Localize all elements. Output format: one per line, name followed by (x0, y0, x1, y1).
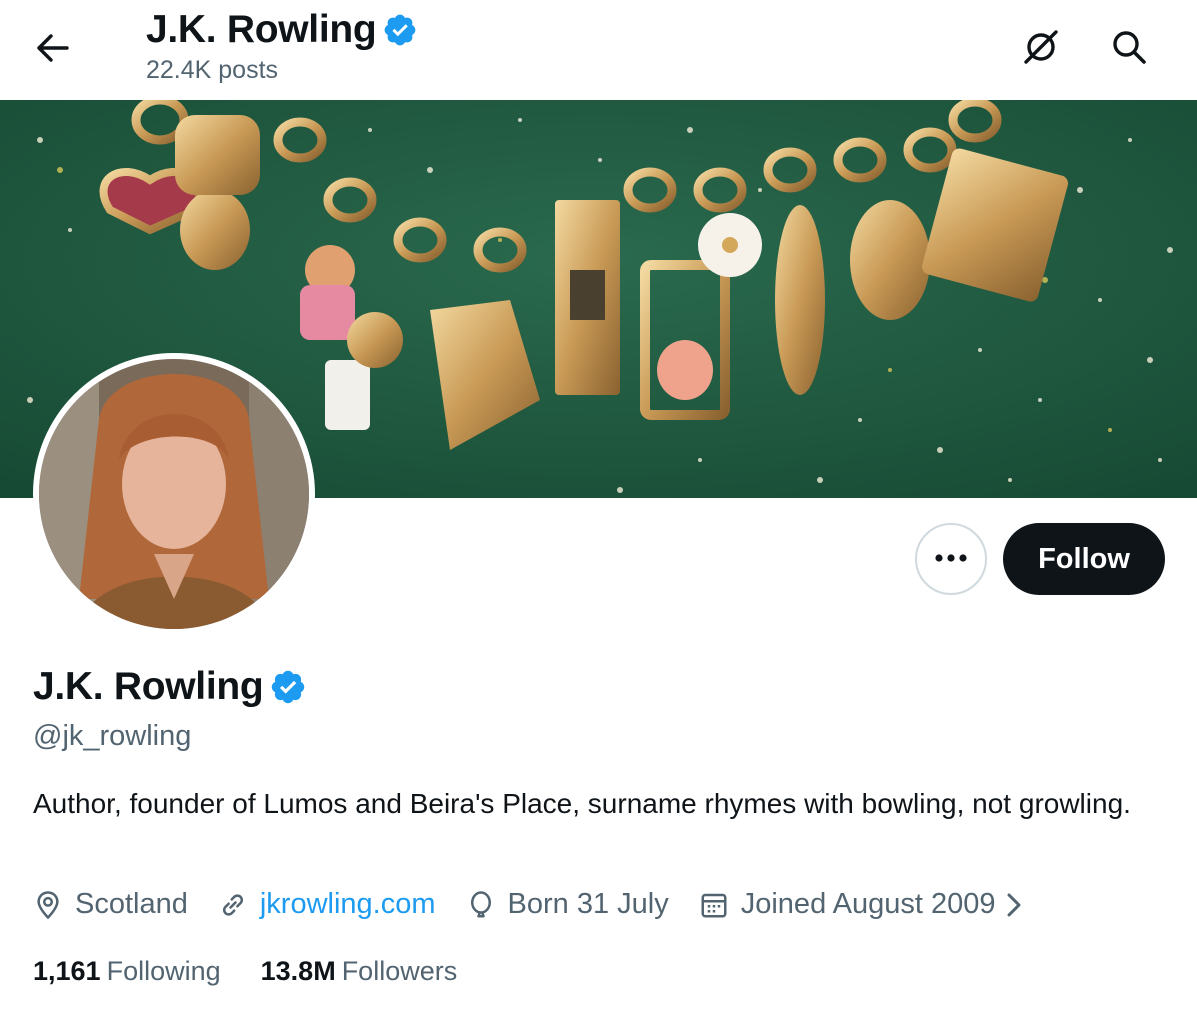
search-icon (1111, 29, 1147, 70)
profile-name-row: J.K. Rowling (33, 665, 307, 709)
profile-handle: @jk_rowling (33, 720, 192, 752)
chevron-right-icon[interactable] (1004, 891, 1036, 919)
joined-text: Joined August 2009 (740, 888, 996, 920)
website-link[interactable]: jkrowling.com (260, 888, 436, 921)
follow-stats: 1,161 Following 13.8M Followers (33, 956, 497, 987)
verified-badge-icon (382, 12, 418, 48)
more-dots-icon (934, 550, 968, 568)
profile-bio: Author, founder of Lumos and Beira's Pla… (33, 788, 1131, 819)
grok-icon (1021, 27, 1061, 72)
more-options-button[interactable] (915, 523, 987, 595)
following-count: 1,161 (33, 956, 101, 986)
birthday-item: Born 31 July (466, 888, 669, 921)
followers-count: 13.8M (260, 956, 336, 986)
location-item: Scotland (33, 888, 188, 921)
calendar-icon (701, 893, 727, 917)
following-label: Following (106, 956, 221, 986)
website-item[interactable]: jkrowling.com (218, 888, 436, 921)
profile-page: J.K. Rowling 22.4K posts Follow J.K. Row… (0, 0, 1197, 1011)
profile-meta-row: Scotland jkrowling.com Born 31 July Join… (33, 888, 1066, 921)
profile-avatar[interactable] (33, 353, 315, 635)
profile-name: J.K. Rowling (33, 665, 264, 708)
search-button[interactable] (1104, 24, 1154, 74)
followers-stat[interactable]: 13.8M Followers (261, 956, 458, 987)
back-button[interactable] (30, 27, 76, 73)
followers-label: Followers (341, 956, 458, 986)
birthday-text: Born 31 July (507, 888, 669, 920)
follow-button[interactable]: Follow (1003, 523, 1165, 595)
header-title: J.K. Rowling (146, 8, 377, 51)
top-bar: J.K. Rowling 22.4K posts (0, 0, 1197, 100)
avatar-image (39, 359, 309, 629)
balloon-icon (470, 890, 491, 917)
location-text: Scotland (75, 888, 188, 920)
posts-count: 22.4K posts (146, 56, 279, 84)
verified-badge-icon[interactable] (269, 668, 307, 706)
grok-button[interactable] (1016, 24, 1066, 74)
location-pin-icon (37, 890, 59, 919)
joined-item[interactable]: Joined August 2009 (699, 888, 1036, 921)
header-title-block: J.K. Rowling 22.4K posts (146, 8, 418, 85)
following-stat[interactable]: 1,161 Following (33, 956, 221, 987)
arrow-left-icon (36, 33, 70, 68)
link-icon (222, 893, 243, 916)
